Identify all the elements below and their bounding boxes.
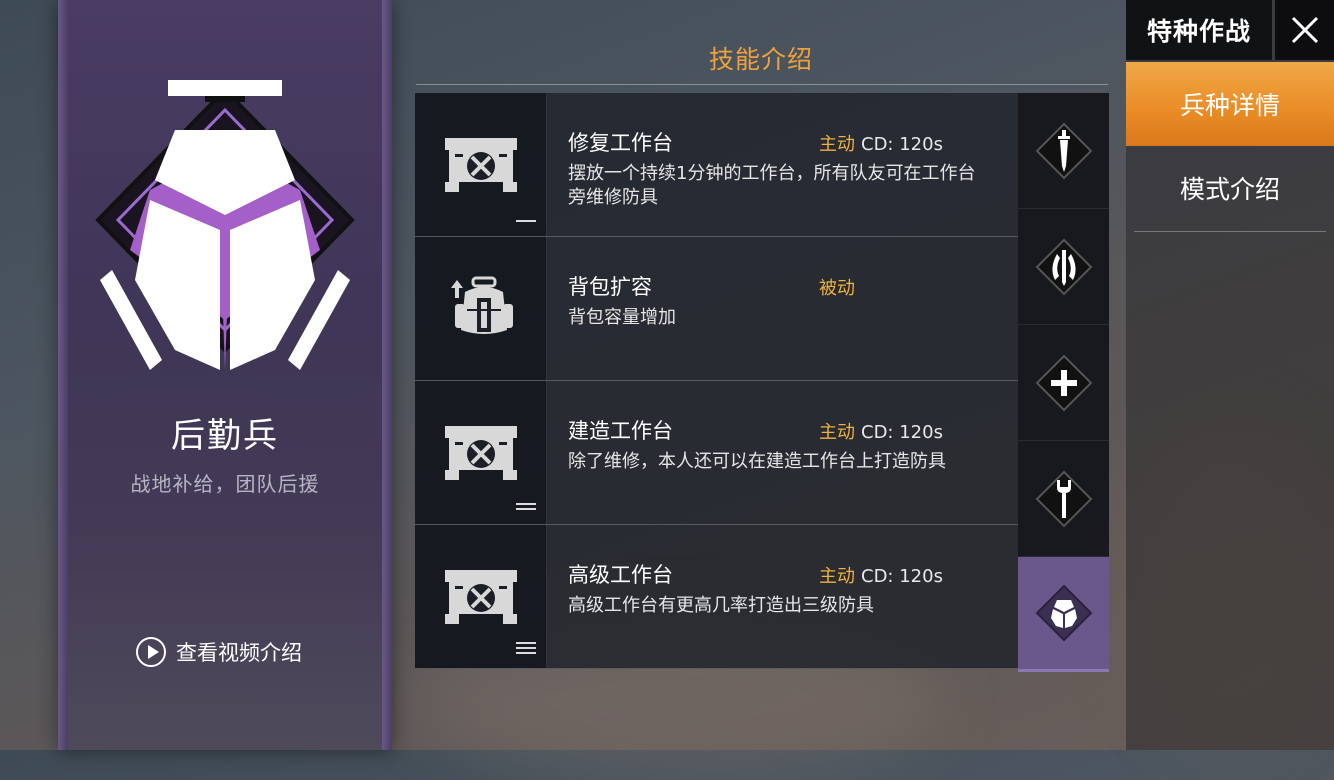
workbench-icon: [415, 381, 547, 524]
skill-type: 主动 CD: 120s: [819, 134, 943, 155]
class-tab-assault[interactable]: [1018, 93, 1109, 209]
skill-cooldown: CD: 120s: [861, 566, 943, 587]
claw-class-icon: [1035, 238, 1092, 295]
medic-plus-class-icon: [1035, 354, 1092, 411]
skill-description: 除了维修，本人还可以在建造工作台上打造防具: [568, 451, 946, 472]
view-video-button[interactable]: 查看视频介绍: [136, 634, 302, 670]
view-video-label: 查看视频介绍: [176, 641, 302, 665]
skill-name: 修复工作台: [568, 131, 673, 155]
skill-name: 高级工作台: [568, 563, 673, 587]
play-icon: [136, 637, 166, 667]
menu-item-class-details[interactable]: 兵种详情: [1126, 62, 1334, 146]
backpack-upgrade-icon: [415, 237, 547, 380]
close-button[interactable]: [1274, 0, 1334, 60]
skill-cooldown: CD: 120s: [861, 134, 943, 155]
skill-type: 被动: [819, 278, 855, 299]
skill-row[interactable]: 背包扩容 被动 背包容量增加: [415, 237, 1018, 381]
class-description: 战地补给，团队后援: [130, 472, 320, 496]
close-icon: [1291, 16, 1318, 44]
skill-description: 高级工作台有更高几率打造出三级防具: [568, 595, 874, 616]
panel-edge-right: [382, 0, 392, 750]
workbench-icon: [415, 525, 547, 668]
class-tab-logistics[interactable]: [1018, 557, 1109, 672]
class-tab-medic[interactable]: [1018, 325, 1109, 441]
skill-cooldown: CD: 120s: [861, 422, 943, 443]
panel-edge-left: [58, 0, 68, 750]
skill-description: 摆放一个持续1分钟的工作台，所有队友可在工作台旁维修防具: [568, 163, 976, 208]
skill-row[interactable]: 高级工作台 主动 CD: 120s 高级工作台有更高几率打造出三级防具: [415, 525, 1018, 669]
skill-description: 背包容量增加: [568, 307, 676, 328]
skills-section-title: 技能介绍: [708, 45, 813, 74]
class-name: 后勤兵: [171, 416, 279, 456]
skill-name: 背包扩容: [568, 275, 652, 299]
skill-level-mark: [516, 500, 536, 510]
logistics-emblem-icon: [80, 70, 370, 380]
skill-row[interactable]: 建造工作台 主动 CD: 120s 除了维修，本人还可以在建造工作台上打造防具: [415, 381, 1018, 525]
skill-row[interactable]: 修复工作台 主动 CD: 120s 摆放一个持续1分钟的工作台，所有队友可在工作台…: [415, 93, 1018, 237]
class-tab-engineer[interactable]: [1018, 441, 1109, 557]
logistics-class-icon: [1035, 584, 1092, 642]
skill-type: 主动 CD: 120s: [819, 422, 943, 443]
class-panel: 后勤兵 战地补给，团队后援 查看视频介绍: [58, 0, 392, 750]
skill-list: 修复工作台 主动 CD: 120s 摆放一个持续1分钟的工作台，所有队友可在工作台…: [415, 93, 1018, 669]
mode-title: 特种作战: [1126, 0, 1272, 60]
title-divider: [416, 84, 1108, 85]
skill-level-mark: [516, 639, 536, 654]
menu-item-mode-intro[interactable]: 模式介绍: [1126, 146, 1334, 230]
class-tab-scout[interactable]: [1018, 209, 1109, 325]
workbench-icon: [415, 93, 547, 236]
skill-name: 建造工作台: [568, 419, 673, 443]
skill-level-mark: [516, 217, 536, 222]
wrench-class-icon: [1035, 470, 1092, 527]
class-selector: [1018, 93, 1109, 672]
dagger-class-icon: [1035, 122, 1092, 179]
skill-type: 主动 CD: 120s: [819, 566, 943, 587]
menu-divider: [1134, 231, 1326, 232]
